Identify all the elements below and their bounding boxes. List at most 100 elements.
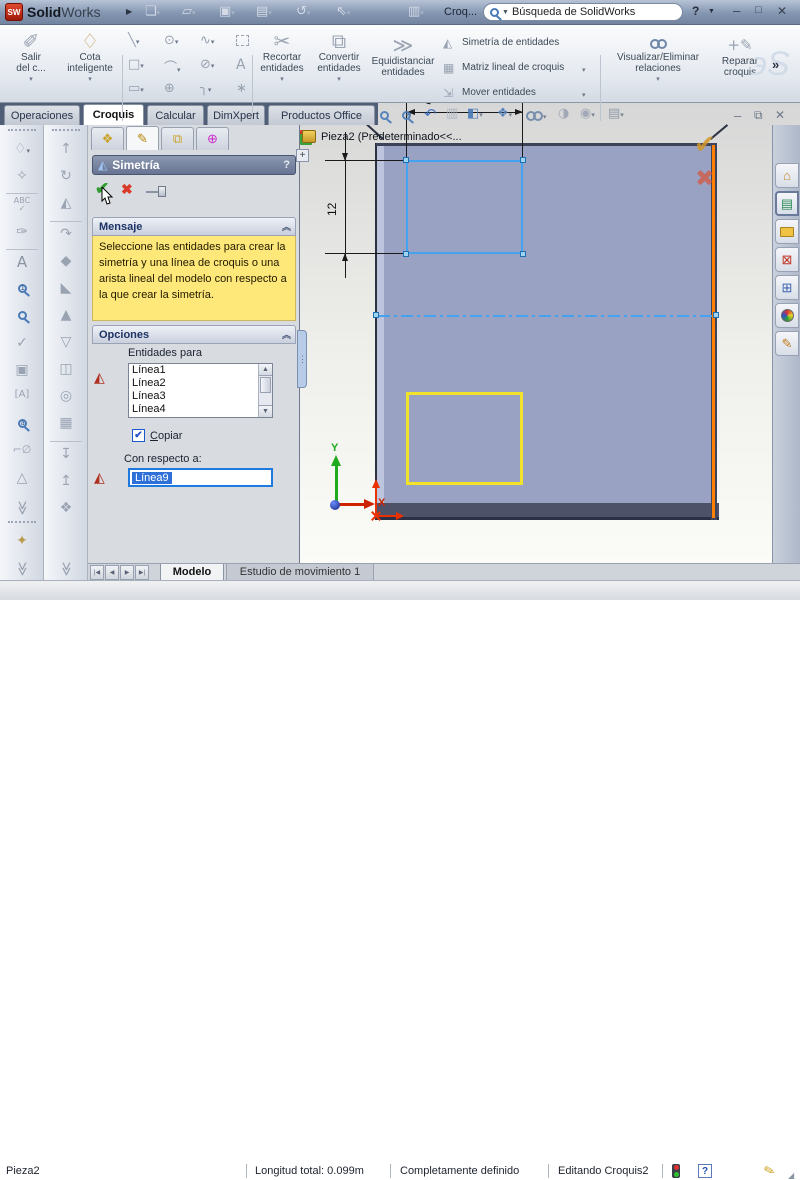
list-item[interactable]: Línea4 xyxy=(129,403,272,416)
search-results-tab[interactable] xyxy=(775,303,799,328)
mirror-entities-button[interactable]: Simetría de entidades xyxy=(462,37,559,48)
weld-symbol-icon[interactable]: ⌐∅ xyxy=(0,443,44,456)
fillet-icon[interactable]: ◣ xyxy=(44,280,88,296)
appearance-icon[interactable]: ◉▾ xyxy=(580,106,595,121)
resize-grip[interactable]: ◢ xyxy=(788,1171,794,1180)
previous-view-icon[interactable]: ↶ xyxy=(424,105,437,123)
help-dropdown-icon[interactable]: ▼ xyxy=(708,8,715,15)
linear-pattern-dropdown-icon[interactable]: ▾ xyxy=(582,61,586,76)
open-file-icon[interactable]: ▱▾ xyxy=(182,4,196,19)
list-item[interactable]: Línea3 xyxy=(129,390,272,403)
resources-tab[interactable]: ▤ xyxy=(775,191,799,216)
pm-tab-configurations[interactable]: ⧉ xyxy=(161,127,194,150)
sketch-handle[interactable] xyxy=(520,251,526,257)
scroll-up-icon[interactable]: ▲ xyxy=(259,364,272,376)
tab-operaciones[interactable]: Operaciones xyxy=(4,105,80,125)
linear-pattern-button[interactable]: Matriz lineal de croquis xyxy=(462,62,564,73)
circle-tool-icon[interactable]: ⊙▾ xyxy=(164,33,178,48)
combine-icon[interactable]: ❖ xyxy=(44,500,88,516)
pm-cancel-button[interactable]: ✖ xyxy=(121,181,133,198)
toolbar-grip[interactable] xyxy=(8,521,36,523)
rectangle-tool-icon[interactable]: □▾ xyxy=(128,57,144,72)
collapse-chevron-icon[interactable]: ︽ xyxy=(282,220,289,233)
list-item[interactable]: Línea1 xyxy=(129,364,272,377)
message-section-header[interactable]: Mensaje ︽ xyxy=(92,217,296,236)
options-section-header[interactable]: Opciones ︽ xyxy=(92,325,296,344)
rib-icon[interactable]: ▽ xyxy=(44,334,88,350)
search-icon[interactable] xyxy=(490,8,499,17)
close-button[interactable]: ✕ xyxy=(777,4,787,18)
trim-entities-button[interactable]: ✂ Recortarentidades ▾ xyxy=(254,30,310,85)
ellipse-tool-icon[interactable]: ⊘▾ xyxy=(200,57,214,72)
datum-label-icon[interactable]: [A] xyxy=(0,389,44,400)
cancel-sketch-x-icon[interactable]: ✖ xyxy=(695,165,714,192)
offset-entities-button[interactable]: ≫ Equidistanciarentidades xyxy=(368,34,438,78)
tab-productos-office[interactable]: Productos Office xyxy=(268,105,375,125)
search-input[interactable]: Búsqueda de SolidWorks xyxy=(512,6,635,18)
select-icon[interactable]: ⇖▾ xyxy=(336,4,350,19)
next-tab-button[interactable]: ▶ xyxy=(120,565,134,580)
balloon-2-icon[interactable] xyxy=(0,308,44,324)
slot-tool-icon[interactable]: ▭▾ xyxy=(128,81,144,96)
sketch-handle[interactable] xyxy=(520,157,526,163)
toolbar-grip[interactable] xyxy=(8,129,36,131)
note-text-icon[interactable]: A xyxy=(0,253,44,271)
entities-listbox[interactable]: Línea1 Línea2 Línea3 Línea4 ▲ ▼ xyxy=(128,363,273,418)
format-tool-icon[interactable]: ✧ xyxy=(0,168,44,184)
centerline-handle[interactable] xyxy=(373,312,379,318)
part-tree-icon[interactable] xyxy=(302,130,316,143)
highlighted-edge-orange[interactable] xyxy=(712,145,715,518)
home-tab[interactable]: ⌂ xyxy=(775,163,799,188)
dimension-value[interactable]: 12 xyxy=(325,190,341,216)
point-tool-icon[interactable]: ∗ xyxy=(236,81,247,96)
listbox-scrollbar[interactable]: ▲ ▼ xyxy=(258,364,272,417)
print-icon[interactable]: ▤▾ xyxy=(256,4,272,19)
prev-tab-button[interactable]: ◀ xyxy=(105,565,119,580)
doc-minimize-button[interactable]: – xyxy=(734,108,741,123)
toolbar-expand-chevron-icon[interactable]: ≫ xyxy=(14,486,30,530)
smart-dimension-button[interactable]: ♢ Cotainteligente ▾ xyxy=(60,30,120,85)
zoom-area-icon[interactable]: + xyxy=(402,109,411,124)
pm-help-icon[interactable]: ? xyxy=(283,159,290,171)
tab-croquis[interactable]: Croquis xyxy=(83,104,144,125)
loft-icon[interactable]: ◭ xyxy=(44,195,88,211)
save-icon[interactable]: ▣▾ xyxy=(219,4,235,19)
display-delete-relations-button[interactable]: Visualizar/Eliminarrelaciones ▾ xyxy=(604,34,712,85)
insert-down-icon[interactable]: ↧ xyxy=(44,446,88,462)
tab-estudio-movimiento[interactable]: Estudio de movimiento 1 xyxy=(226,564,374,581)
selection-box-icon[interactable] xyxy=(236,35,249,50)
line-tool-icon[interactable]: ╲▾ xyxy=(128,33,139,48)
polygon-tool-icon[interactable]: ⊕ xyxy=(164,81,175,96)
feature-tree-label[interactable]: Pieza2 (Predeterminado<<... xyxy=(321,131,462,143)
confirm-sketch-check-icon[interactable]: ✔ xyxy=(694,129,716,160)
search-dropdown-icon[interactable]: ▼ xyxy=(502,9,509,16)
last-tab-button[interactable]: ▶| xyxy=(135,565,149,580)
convert-entities-button[interactable]: ⧉ Convertirentidades ▾ xyxy=(311,30,367,85)
copy-checkbox[interactable]: ✔ xyxy=(132,429,145,442)
sketch-rect-selected[interactable] xyxy=(406,160,523,254)
extrude-icon[interactable]: ↑ xyxy=(44,141,88,157)
doc-close-button[interactable]: ✕ xyxy=(775,108,785,122)
doc-restore-button[interactable]: ⧉ xyxy=(754,108,763,123)
custom-properties-tab[interactable]: ✎ xyxy=(775,331,799,356)
new-file-icon[interactable]: ❏▾ xyxy=(145,4,160,19)
list-item[interactable]: Línea2 xyxy=(129,377,272,390)
tab-calcular[interactable]: Calcular xyxy=(147,105,204,125)
spell-check-icon[interactable]: ABC✓ xyxy=(0,197,44,213)
move-entities-dropdown-icon[interactable]: ▾ xyxy=(582,86,586,101)
shell-icon[interactable]: ◫ xyxy=(44,361,88,377)
fillet-tool-icon[interactable]: ╮▾ xyxy=(200,81,211,96)
pattern-icon[interactable]: ▦ xyxy=(44,415,88,431)
help-button[interactable]: ? xyxy=(692,4,699,18)
tab-modelo[interactable]: Modelo xyxy=(160,564,224,581)
boundary-icon[interactable]: ◆ xyxy=(44,253,88,269)
scene-icon[interactable]: ▤▾ xyxy=(608,106,624,121)
pm-tab-feature-tree[interactable]: ❖ xyxy=(91,127,124,150)
move-entities-button[interactable]: Mover entidades xyxy=(462,87,536,98)
sketch-text-icon[interactable]: A xyxy=(236,57,246,73)
maximize-button[interactable]: □ xyxy=(755,4,762,16)
scroll-thumb[interactable] xyxy=(260,377,271,393)
zoom-text-icon[interactable]: a xyxy=(0,416,44,432)
toolbar-grip[interactable] xyxy=(52,129,80,131)
menu-expand-arrow-icon[interactable]: ▶ xyxy=(126,7,132,16)
